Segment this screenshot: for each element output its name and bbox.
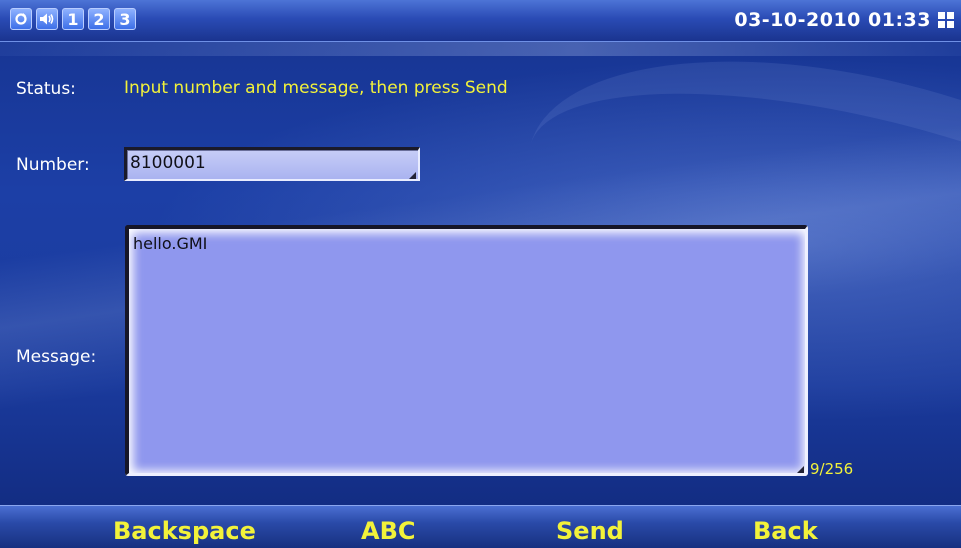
status-label: Status: (16, 79, 76, 99)
status-message: Input number and message, then press Sen… (124, 78, 508, 98)
softkey-bar: Backspace ABC Send Back (0, 505, 961, 548)
abc-input-mode-button[interactable]: ABC (361, 517, 415, 545)
refresh-icon[interactable] (10, 8, 32, 30)
send-button[interactable]: Send (556, 517, 624, 545)
message-label: Message: (16, 347, 97, 367)
status-bar-shine (0, 42, 961, 56)
sms-compose-screen: 1 2 3 03-10-2010 01:33 Status: Input num… (0, 0, 961, 548)
line-2-icon[interactable]: 2 (88, 8, 110, 30)
date-time: 03-10-2010 01:33 (734, 9, 931, 31)
character-counter: 9/256 (810, 460, 854, 478)
message-input[interactable]: hello.GMI (125, 225, 808, 476)
number-label: Number: (16, 155, 90, 175)
line-3-icon[interactable]: 3 (114, 8, 136, 30)
number-input-grip-icon (409, 172, 416, 179)
backspace-button[interactable]: Backspace (113, 517, 256, 545)
top-status-bar: 1 2 3 03-10-2010 01:33 (0, 0, 961, 42)
number-input[interactable]: 8100001 (124, 147, 420, 181)
message-input-grip-icon (797, 466, 804, 473)
back-button[interactable]: Back (753, 517, 818, 545)
volume-icon[interactable] (36, 8, 58, 30)
line-1-icon[interactable]: 1 (62, 8, 84, 30)
network-icon (936, 10, 956, 30)
